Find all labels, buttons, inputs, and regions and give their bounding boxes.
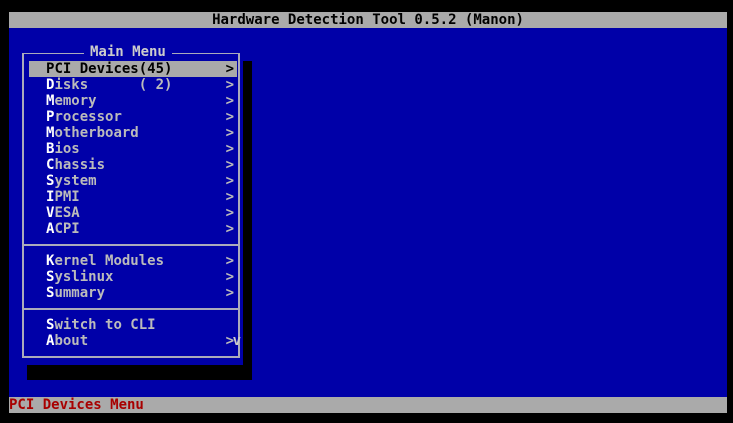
menu-item-about[interactable]: About > v — [29, 333, 241, 349]
submenu-arrow-icon: > — [225, 269, 234, 285]
status-bar: PCI Devices Menu — [9, 397, 727, 413]
window-title-bar: Hardware Detection Tool 0.5.2 (Manon) — [9, 12, 727, 28]
label-rest: ios — [54, 141, 80, 157]
submenu-arrow-icon: > — [225, 141, 234, 157]
label-rest: otherboard — [54, 125, 139, 141]
label-rest: ummary — [54, 285, 106, 301]
menu-item-label: Kernel Modules — [46, 253, 164, 269]
menu-item-label: Chassis — [46, 157, 105, 173]
menu-item-syslinux[interactable]: Syslinux > — [29, 269, 237, 285]
label-rest: hassis — [54, 157, 106, 173]
menu-item-label: Memory — [46, 93, 97, 109]
label-rest: ernel Modules — [54, 253, 165, 269]
menu-shadow-bottom — [27, 365, 252, 380]
menu-item-processor[interactable]: Processor > — [29, 109, 237, 125]
scroll-down-indicator-icon[interactable]: v — [233, 333, 241, 349]
submenu-arrow-icon: > — [225, 221, 234, 237]
label-rest: witch to CLI — [54, 317, 156, 333]
menu-item-label: ACPI — [46, 221, 80, 237]
label-rest: ESA — [54, 205, 80, 221]
menu-item-label: Switch to CLI — [46, 317, 156, 333]
menu-item-vesa[interactable]: VESA > — [29, 205, 237, 221]
menu-item-label: IPMI — [46, 189, 80, 205]
label-rest: bout — [54, 333, 89, 349]
menu-item-label: PCI Devices(45) — [46, 61, 172, 77]
menu-item-pci-devices[interactable]: PCI Devices(45) > — [29, 61, 237, 77]
menu-shadow-right — [243, 61, 252, 380]
menu-item-ipmi[interactable]: IPMI > — [29, 189, 237, 205]
label-rest: emory — [54, 93, 97, 109]
label-rest: rocessor — [54, 109, 122, 125]
submenu-arrow-icon: > — [225, 285, 234, 301]
label-rest: yslinux — [54, 269, 114, 285]
submenu-arrow-icon: > — [225, 173, 234, 189]
menu-item-label: Disks ( 2) — [46, 77, 172, 93]
menu-item-label: Processor — [46, 109, 122, 125]
menu-item-chassis[interactable]: Chassis > — [29, 157, 237, 173]
menu-item-memory[interactable]: Memory > — [29, 93, 237, 109]
label-rest: CI Devices(45) — [54, 61, 173, 77]
menu-item-kernel-modules[interactable]: Kernel Modules > — [29, 253, 237, 269]
menu-separator — [24, 308, 238, 310]
submenu-arrow-icon: > — [225, 61, 234, 77]
menu-item-label: Motherboard — [46, 125, 139, 141]
menu-item-disks[interactable]: Disks ( 2) > — [29, 77, 237, 93]
submenu-arrow-icon: > — [225, 189, 234, 205]
submenu-arrow-icon: > — [225, 125, 234, 141]
menu-item-label: Bios — [46, 141, 80, 157]
menu-item-label: Summary — [46, 285, 105, 301]
label-rest: PMI — [54, 189, 80, 205]
menu-item-acpi[interactable]: ACPI > — [29, 221, 237, 237]
submenu-arrow-icon: > — [225, 93, 234, 109]
menu-item-switch-to-cli[interactable]: Switch to CLI — [29, 317, 237, 333]
menu-separator — [24, 244, 238, 246]
submenu-arrow-icon: > — [225, 253, 234, 269]
menu-item-motherboard[interactable]: Motherboard > — [29, 125, 237, 141]
menu-item-bios[interactable]: Bios > — [29, 141, 237, 157]
menu-item-label: About — [46, 333, 88, 349]
submenu-arrow-icon: > — [225, 157, 234, 173]
menu-item-system[interactable]: System > — [29, 173, 237, 189]
submenu-arrow-icon: > — [225, 205, 234, 221]
label-rest: CPI — [54, 221, 80, 237]
label-rest: isks ( 2) — [54, 77, 173, 93]
submenu-arrow-icon: > — [225, 77, 234, 93]
menu-item-label: System — [46, 173, 97, 189]
menu-item-label: Syslinux — [46, 269, 113, 285]
submenu-arrow-icon: > — [225, 109, 234, 125]
menu-item-label: VESA — [46, 205, 80, 221]
menu-item-summary[interactable]: Summary > — [29, 285, 237, 301]
label-rest: ystem — [54, 173, 97, 189]
main-menu-title: Main Menu — [84, 44, 172, 60]
main-menu: Main Menu PCI Devices(45) > Disks ( 2) > Mem… — [22, 44, 241, 358]
